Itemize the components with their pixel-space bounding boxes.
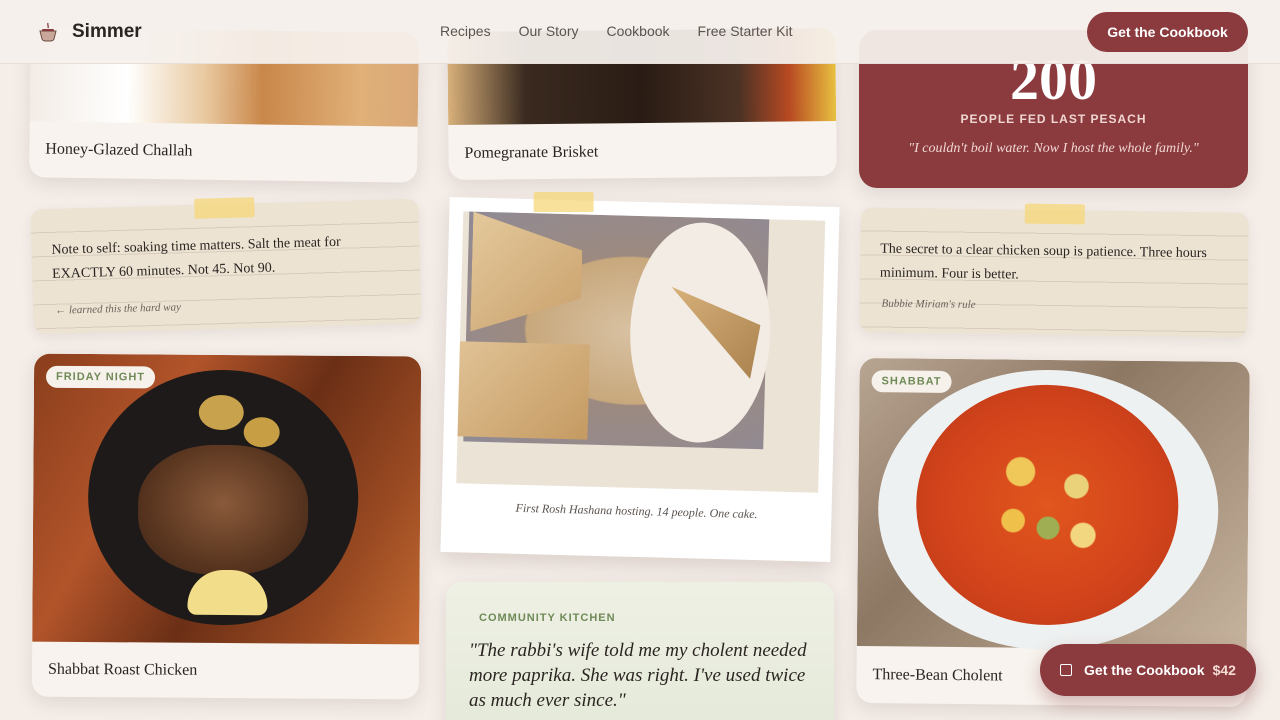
cholent-photo — [856, 357, 1250, 652]
polaroid-card[interactable]: First Rosh Hashana hosting. 14 people. O… — [440, 191, 840, 563]
polaroid-caption: First Rosh Hashana hosting. 14 people. O… — [515, 500, 758, 522]
community-quote-card: COMMUNITY KITCHEN "The rabbi's wife told… — [446, 582, 834, 720]
note-card-soup: The secret to a clear chicken soup is pa… — [859, 203, 1249, 338]
community-quote: "The rabbi's wife told me my cholent nee… — [469, 640, 807, 711]
note-text: Note to self: soaking time matters. Salt… — [51, 234, 341, 282]
recipe-card-chicken[interactable]: FRIDAY NIGHT Shabbat Roast Chicken — [31, 353, 422, 700]
floating-cta-price: $42 — [1212, 662, 1236, 678]
note-signature: Bubbie Miriam's rule — [881, 297, 976, 311]
brand-name: Simmer — [72, 21, 142, 42]
nav-cookbook[interactable]: Cookbook — [607, 23, 670, 39]
tape-strip — [533, 191, 594, 212]
tape-strip — [1024, 203, 1085, 225]
honey-cake-photo — [456, 211, 826, 493]
site-header: Simmer Recipes Our Story Cookbook Free S… — [0, 0, 1280, 64]
tape-strip — [194, 197, 255, 219]
get-cookbook-button[interactable]: Get the Cookbook — [1087, 12, 1248, 52]
recipe-title: Shabbat Roast Chicken — [47, 660, 198, 679]
recipe-title: Honey-Glazed Challah — [45, 140, 193, 160]
brand[interactable]: Simmer — [36, 18, 142, 46]
stat-label: PEOPLE FED LAST PESACH — [960, 112, 1147, 126]
community-label: COMMUNITY KITCHEN — [479, 612, 616, 624]
page: Simmer Recipes Our Story Cookbook Free S… — [0, 0, 1280, 720]
nav-free-starter-kit[interactable]: Free Starter Kit — [698, 23, 793, 39]
category-tag: SHABBAT — [871, 370, 952, 393]
stat-quote: "I couldn't boil water. Now I host the w… — [908, 141, 1199, 156]
floating-get-cookbook-button[interactable]: Get the Cookbook $42 — [1040, 644, 1256, 696]
category-tag: FRIDAY NIGHT — [45, 365, 156, 389]
nav-recipes[interactable]: Recipes — [440, 23, 491, 39]
nav-our-story[interactable]: Our Story — [519, 23, 579, 39]
note-text: The secret to a clear chicken soup is pa… — [879, 241, 1208, 283]
roast-chicken-photo — [32, 353, 422, 645]
pot-icon — [39, 22, 57, 42]
main-nav: Recipes Our Story Cookbook Free Starter … — [440, 23, 820, 39]
note-signature: ← learned this the hard way — [55, 301, 182, 317]
cart-icon — [1060, 664, 1073, 676]
floating-cta-label: Get the Cookbook — [1084, 662, 1205, 678]
recipe-title: Pomegranate Brisket — [464, 143, 599, 162]
note-card-salt: Note to self: soaking time matters. Salt… — [30, 197, 422, 335]
